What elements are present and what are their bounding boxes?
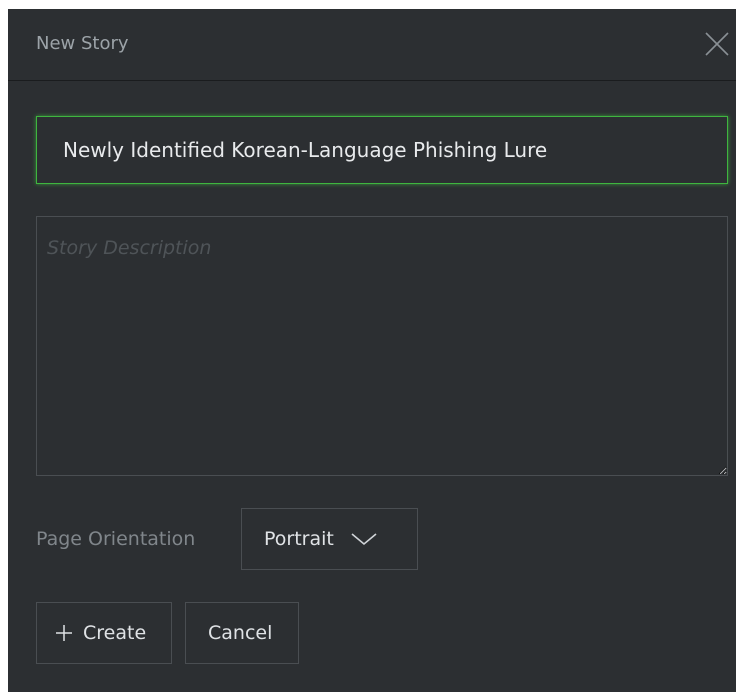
create-button[interactable]: Create <box>36 602 172 664</box>
cancel-button[interactable]: Cancel <box>185 602 299 664</box>
dialog-header: New Story <box>8 9 736 81</box>
plus-icon <box>56 625 72 641</box>
new-story-dialog: New Story Page Orientation Portrait Crea… <box>8 9 736 692</box>
page-orientation-select[interactable]: Portrait <box>241 508 418 570</box>
page-orientation-label: Page Orientation <box>36 528 196 550</box>
create-button-label: Create <box>83 622 147 644</box>
story-title-input[interactable] <box>36 116 728 184</box>
close-icon <box>705 32 729 56</box>
dialog-title: New Story <box>36 33 129 54</box>
page-orientation-value: Portrait <box>264 528 334 550</box>
chevron-down-icon <box>351 533 377 546</box>
cancel-button-label: Cancel <box>208 622 273 644</box>
close-button[interactable] <box>702 29 732 59</box>
story-description-textarea[interactable] <box>36 216 728 476</box>
